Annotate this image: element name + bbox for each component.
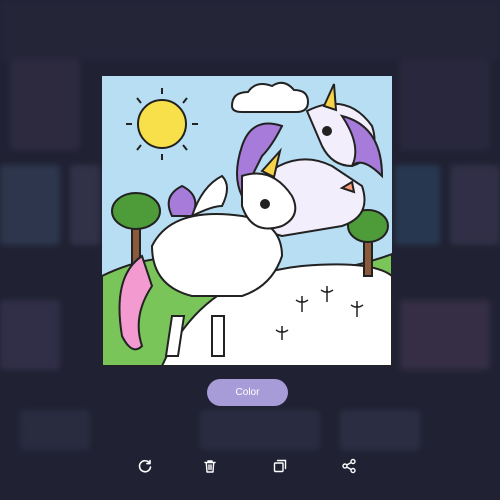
trash-icon	[204, 460, 216, 473]
refresh-icon	[138, 459, 152, 473]
color-button[interactable]: Color	[207, 379, 288, 406]
duplicate-icon	[273, 459, 287, 473]
delete-button[interactable]	[200, 456, 220, 476]
refresh-button[interactable]	[135, 456, 155, 476]
share-button[interactable]	[339, 456, 359, 476]
unicorn-illustration	[102, 76, 392, 366]
duplicate-button[interactable]	[270, 456, 290, 476]
share-icon	[342, 458, 356, 474]
coloring-page-preview	[102, 76, 392, 366]
